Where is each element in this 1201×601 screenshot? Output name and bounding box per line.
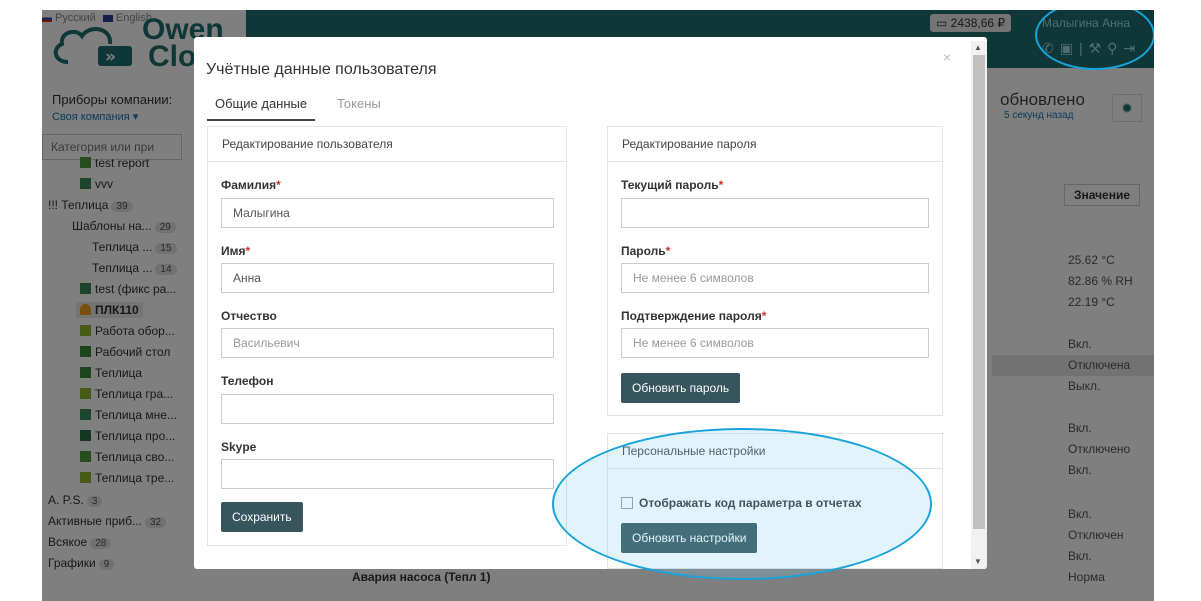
panel-heading: Редактирование пользователя xyxy=(208,127,566,162)
new-password-field[interactable]: Не менее 6 символов xyxy=(621,263,929,293)
panel-heading: Редактирование пароля xyxy=(608,127,942,162)
annotation-ellipse-settings xyxy=(552,428,932,580)
patronymic-label: Отчество xyxy=(221,309,277,323)
confirm-password-label: Подтверждение пароля* xyxy=(621,309,767,323)
scroll-thumb[interactable] xyxy=(973,55,985,529)
tab-general[interactable]: Общие данные xyxy=(207,91,316,121)
skype-label: Skype xyxy=(221,440,257,454)
modal-scrollbar[interactable]: ▲ ▼ xyxy=(971,41,987,569)
update-password-button[interactable]: Обновить пароль xyxy=(621,373,741,403)
phone-field[interactable] xyxy=(221,394,554,424)
password-edit-panel: Редактирование пароля Текущий пароль* Па… xyxy=(607,126,943,416)
patronymic-field[interactable]: Васильевич xyxy=(221,328,554,358)
tab-tokens[interactable]: Токены xyxy=(337,91,381,121)
name-label: Имя* xyxy=(221,244,251,258)
app-window: Русский English » Owen Clo ▭ 2438,66 ₽ М… xyxy=(42,10,1154,601)
current-password-label: Текущий пароль* xyxy=(621,178,724,192)
name-field[interactable]: Анна xyxy=(221,263,554,293)
modal-title: Учётные данные пользователя xyxy=(206,61,437,78)
current-password-field[interactable] xyxy=(621,198,929,228)
new-password-label: Пароль* xyxy=(621,244,671,258)
skype-field[interactable] xyxy=(221,459,554,489)
close-icon[interactable]: × xyxy=(943,49,951,65)
save-button[interactable]: Сохранить xyxy=(221,502,303,532)
phone-label: Телефон xyxy=(221,374,274,388)
surname-label: Фамилия* xyxy=(221,178,281,192)
scroll-up-icon[interactable]: ▲ xyxy=(974,43,982,52)
confirm-password-field[interactable]: Не менее 6 символов xyxy=(621,328,929,358)
user-edit-panel: Редактирование пользователя Фамилия* Мал… xyxy=(207,126,567,546)
surname-field[interactable]: Малыгина xyxy=(221,198,554,228)
scroll-down-icon[interactable]: ▼ xyxy=(974,557,982,566)
